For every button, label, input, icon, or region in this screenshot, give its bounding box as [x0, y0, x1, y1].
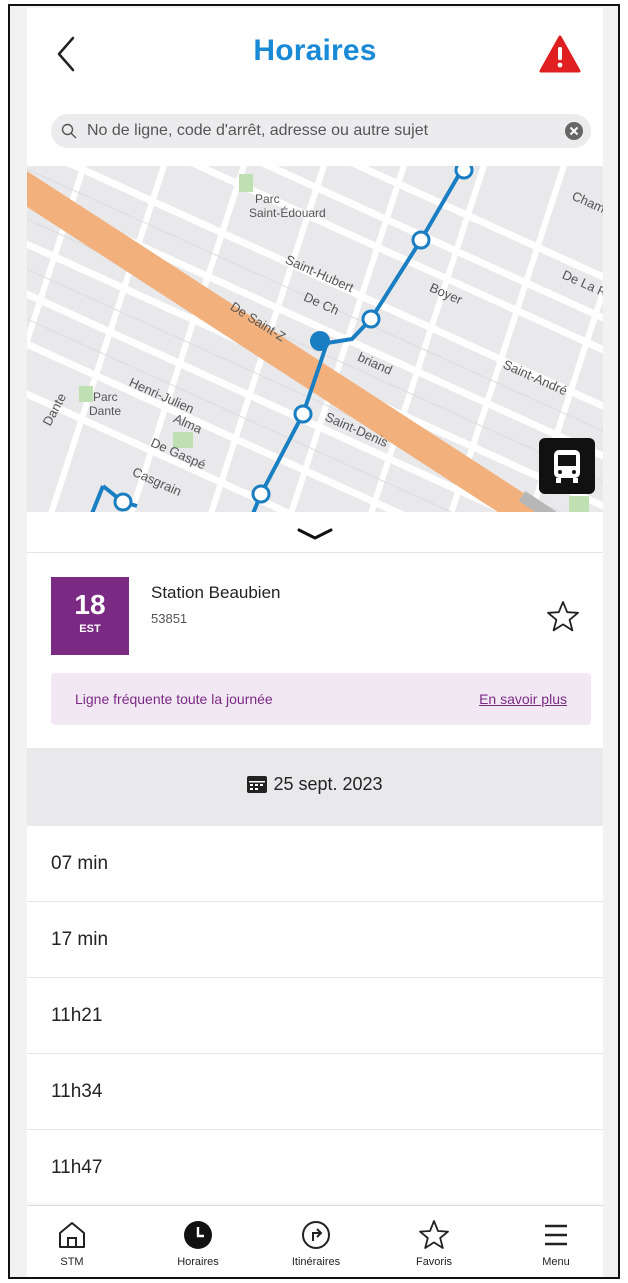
date-bar: 25 sept. 2023	[27, 748, 603, 826]
app-screen: Horaires No de ligne, code d'arrêt, adre…	[27, 8, 603, 1277]
map-view[interactable]: Parc Saint-Édouard Chamb Saint-Hubert Bo…	[27, 166, 603, 512]
schedule-row[interactable]: 11h34	[27, 1054, 603, 1130]
map-label-parc: Parc	[255, 192, 280, 206]
calendar-icon	[247, 776, 268, 793]
map-label-dante-park: Dante	[89, 404, 122, 418]
date-label: 25 sept. 2023	[273, 774, 383, 794]
route-direction: EST	[79, 623, 101, 635]
frequency-text: Ligne fréquente toute la journée	[75, 691, 273, 707]
alert-button[interactable]	[539, 34, 581, 74]
bus-mode-button[interactable]	[539, 438, 595, 494]
home-icon	[59, 1222, 85, 1248]
frequency-banner: Ligne fréquente toute la journée En savo…	[51, 673, 591, 725]
stop-info-card: 18 EST Station Beaubien 53851 Ligne fréq…	[27, 552, 603, 749]
nav-label-itineraires: Itinéraires	[291, 1256, 341, 1268]
nav-item-stm[interactable]: STM	[27, 1206, 117, 1277]
warning-icon	[539, 35, 581, 73]
page-title: Horaires	[253, 34, 377, 67]
route-number: 18	[74, 589, 106, 620]
nav-item-favoris[interactable]: Favoris	[389, 1206, 479, 1277]
date-selector[interactable]: 25 sept. 2023	[27, 774, 603, 795]
stop-code: 53851	[151, 611, 188, 626]
schedule-row[interactable]: 07 min	[27, 826, 603, 902]
stop-name: Station Beaubien	[151, 583, 281, 602]
nav-label-menu: Menu	[542, 1256, 570, 1268]
bus-icon	[554, 450, 580, 483]
map-label-parc-2: Parc	[93, 390, 118, 404]
nav-item-itineraires[interactable]: Itinéraires	[271, 1206, 361, 1277]
schedule-list: 07 min 17 min 11h21 11h34 11h47	[27, 826, 603, 1206]
nav-label-stm: STM	[60, 1256, 84, 1268]
learn-more-link[interactable]: En savoir plus	[479, 691, 567, 707]
close-icon	[569, 126, 579, 136]
clock-icon	[184, 1221, 212, 1249]
hamburger-menu-icon	[545, 1224, 567, 1246]
directions-icon	[302, 1221, 330, 1249]
star-icon	[419, 1220, 449, 1249]
nav-label-favoris: Favoris	[415, 1256, 453, 1268]
nav-item-horaires[interactable]: Horaires	[153, 1206, 243, 1277]
schedule-row[interactable]: 11h21	[27, 978, 603, 1054]
clear-search-button[interactable]	[565, 122, 583, 140]
star-icon	[547, 601, 579, 632]
bottom-nav: STM Horaires Itinéraires Favoris Menu	[27, 1205, 603, 1277]
nav-item-menu[interactable]: Menu	[511, 1206, 601, 1277]
chevron-down-icon	[297, 528, 333, 540]
search-icon	[61, 123, 77, 139]
map-collapse-bar	[27, 512, 603, 552]
search-input[interactable]	[85, 121, 549, 141]
schedule-row[interactable]: 11h47	[27, 1130, 603, 1206]
route-badge: 18 EST	[51, 577, 129, 655]
search-bar[interactable]	[51, 114, 591, 148]
nav-label-horaires: Horaires	[177, 1256, 219, 1268]
favorite-button[interactable]	[545, 599, 581, 635]
phone-frame: Horaires No de ligne, code d'arrêt, adre…	[8, 4, 620, 1279]
map-label-saint-edouard: Saint-Édouard	[249, 206, 326, 220]
collapse-map-button[interactable]	[295, 522, 335, 546]
schedule-row[interactable]: 17 min	[27, 902, 603, 978]
